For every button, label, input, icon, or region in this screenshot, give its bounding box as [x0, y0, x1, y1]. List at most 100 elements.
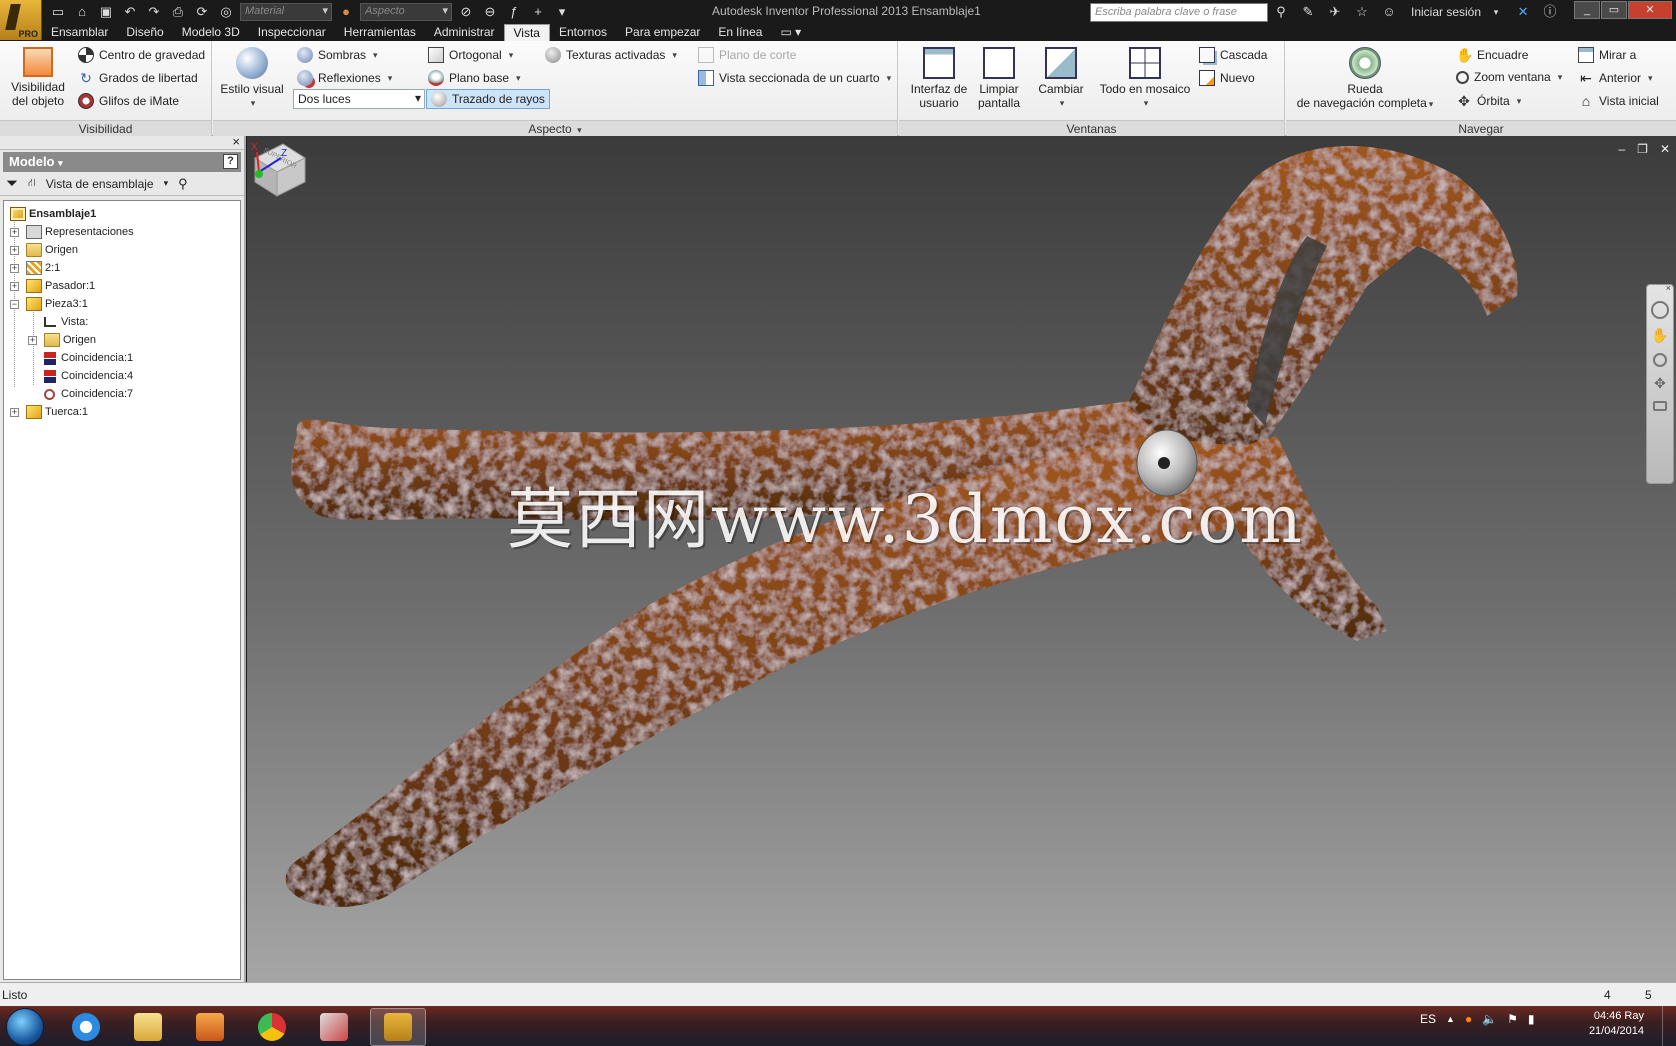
select-icon[interactable]: ◎ [216, 3, 236, 21]
interfaz-usuario-button[interactable]: Interfaz de usuario [907, 47, 971, 110]
tab-modelo-3d[interactable]: Modelo 3D [173, 24, 249, 41]
navbar-close-icon[interactable]: × [1666, 283, 1671, 293]
zoom-ventana-button[interactable]: Zoom ventana ▾ [1456, 70, 1562, 84]
tab-en-linea[interactable]: En línea [709, 24, 771, 41]
navbar-pan-icon[interactable]: ✋ [1651, 327, 1669, 345]
tab-diseno[interactable]: Diseño [117, 24, 172, 41]
tree-item[interactable]: +2:1 [4, 259, 240, 277]
function-icon[interactable]: ƒ [504, 3, 524, 21]
print-icon[interactable]: ⎙ [168, 3, 188, 21]
satellite-icon[interactable]: ✈ [1326, 2, 1344, 22]
sombras-button[interactable]: Sombras ▾ [297, 47, 378, 63]
taskbar-paint-app[interactable] [306, 1008, 362, 1046]
rueda-navegacion-button[interactable]: Rueda de navegación completa ▾ [1290, 47, 1440, 111]
expand-icon[interactable]: + [10, 263, 19, 273]
navbar-look-at-icon[interactable] [1653, 401, 1667, 411]
login-dropdown-icon[interactable]: ▾ [1487, 2, 1505, 22]
network-icon[interactable]: ⚑ [1507, 1012, 1518, 1026]
find-binoculars-icon[interactable]: ⚲ [178, 176, 188, 192]
tree-item[interactable]: + Representaciones [4, 223, 240, 241]
user-icon[interactable]: ☺ [1380, 2, 1398, 22]
tab-administrar[interactable]: Administrar [425, 24, 504, 41]
navbar-orbit-icon[interactable]: ✥ [1651, 375, 1669, 393]
taskbar-clock[interactable]: 04:46 Ray 21/04/2014 [1589, 1009, 1644, 1039]
login-link[interactable]: Iniciar sesión [1411, 5, 1481, 19]
exchange-icon[interactable]: ✕ [1514, 2, 1532, 22]
cambiar-button[interactable]: Cambiar ▾ [1031, 47, 1091, 110]
clear-appearance-icon[interactable]: ⊘ [456, 3, 476, 21]
close-button[interactable]: ✕ [1628, 1, 1672, 19]
texturas-button[interactable]: Texturas activadas ▾ [545, 47, 677, 63]
browser-header[interactable]: Modelo ▾ ? [3, 152, 241, 172]
appearance-combo[interactable]: Aspecto [360, 3, 452, 21]
plano-base-button[interactable]: Plano base ▾ [428, 70, 521, 86]
encuadre-button[interactable]: ✋ Encuadre [1456, 47, 1528, 63]
help-icon[interactable]: ⓘ [1541, 2, 1559, 22]
crosshair-icon[interactable]: + [528, 3, 548, 21]
tree-item[interactable]: Vista: [4, 313, 240, 331]
expand-icon[interactable]: + [10, 227, 19, 237]
adjust-icon[interactable]: ⊖ [480, 3, 500, 21]
open-file-icon[interactable]: ⌂ [72, 3, 92, 21]
mosaico-button[interactable]: Todo en mosaico ▾ [1095, 47, 1195, 110]
volume-icon[interactable]: 🔈 [1482, 1012, 1497, 1026]
tab-inspeccionar[interactable]: Inspeccionar [249, 24, 335, 41]
tree-item[interactable]: + Origen [4, 241, 240, 259]
orbita-button[interactable]: ✥ Órbita ▾ [1456, 93, 1521, 109]
taskbar-chrome[interactable] [244, 1008, 300, 1046]
show-desktop-button[interactable] [1662, 1006, 1676, 1046]
expand-icon[interactable]: + [10, 407, 19, 417]
filter-icon[interactable]: ⏷ [6, 175, 18, 192]
cascada-button[interactable]: Cascada [1199, 47, 1267, 63]
tab-vista[interactable]: Vista [503, 24, 550, 41]
tray-expand-icon[interactable]: ▲ [1446, 1014, 1455, 1024]
tree-item[interactable]: + Origen [4, 331, 240, 349]
new-file-icon[interactable]: ▭ [48, 3, 68, 21]
grados-libertad-button[interactable]: ↻ Grados de libertad [78, 70, 198, 86]
collapse-icon[interactable]: − [10, 299, 19, 309]
tree-item[interactable]: + Pasador:1 [4, 277, 240, 295]
viewport-close-icon[interactable]: ✕ [1660, 142, 1670, 156]
undo-icon[interactable]: ↶ [120, 3, 140, 21]
taskbar-media-player[interactable] [182, 1008, 238, 1046]
alert-icon[interactable]: ● [1465, 1012, 1472, 1026]
limpiar-pantalla-button[interactable]: Limpiar pantalla [973, 47, 1025, 110]
taskbar-file-explorer[interactable] [120, 1008, 176, 1046]
redo-icon[interactable]: ↷ [144, 3, 164, 21]
anterior-button[interactable]: ⇤ Anterior ▾ [1578, 70, 1652, 86]
appearance-ball-icon[interactable]: ● [336, 3, 356, 21]
start-button[interactable] [6, 1008, 44, 1046]
save-icon[interactable]: ▣ [96, 3, 116, 21]
tree-item[interactable]: Ensamblaje1 [4, 205, 240, 223]
vista-inicial-button[interactable]: ⌂ Vista inicial [1578, 93, 1659, 109]
minimize-button[interactable]: _ [1574, 1, 1600, 19]
panel-title-aspecto[interactable]: Aspecto ▾ [213, 120, 897, 136]
material-combo[interactable]: Material [240, 3, 332, 21]
browser-help-icon[interactable]: ? [223, 154, 238, 169]
wrench-icon[interactable]: ✎ [1299, 2, 1317, 22]
tab-ensamblar[interactable]: Ensamblar [42, 24, 117, 41]
ribbon-minimize-toggle-icon[interactable]: ▭ ▾ [771, 24, 810, 41]
vista-seccionada-button[interactable]: Vista seccionada de un cuarto ▾ [698, 70, 891, 86]
expand-icon[interactable]: + [10, 245, 19, 255]
tree-item[interactable]: − Pieza3:1 [4, 295, 240, 313]
update-icon[interactable]: ⟳ [192, 3, 212, 21]
taskbar-internet-explorer[interactable] [58, 1008, 114, 1046]
ortogonal-button[interactable]: Ortogonal ▾ [428, 47, 513, 63]
browser-close-icon[interactable]: × [232, 134, 240, 149]
reflexiones-button[interactable]: Reflexiones ▾ [297, 70, 392, 86]
centro-gravedad-button[interactable]: Centro de gravedad [78, 47, 205, 63]
mirar-a-button[interactable]: Mirar a [1578, 47, 1636, 63]
tree-item[interactable]: + Tuerca:1 [4, 403, 240, 421]
lighting-style-combo[interactable]: Dos luces [293, 89, 425, 109]
expand-icon[interactable]: + [10, 281, 19, 291]
expand-icon[interactable]: + [28, 335, 37, 345]
tree-item[interactable]: Coincidencia:4 [4, 367, 240, 385]
tab-para-empezar[interactable]: Para empezar [616, 24, 709, 41]
view-selector-dropdown-icon[interactable]: ▾ [164, 178, 169, 189]
help-search-input[interactable]: Escriba palabra clave o frase [1090, 3, 1268, 22]
graphics-viewport[interactable]: 莫西网www.3dmox.com – ❐ ✕ SUPERIOR × ✋ ✥ X … [247, 136, 1676, 982]
viewport-restore-icon[interactable]: ❐ [1637, 142, 1648, 156]
object-visibility-button[interactable]: Visibilidad del objeto [8, 47, 68, 108]
binoculars-icon[interactable]: ⚲ [1272, 2, 1290, 22]
